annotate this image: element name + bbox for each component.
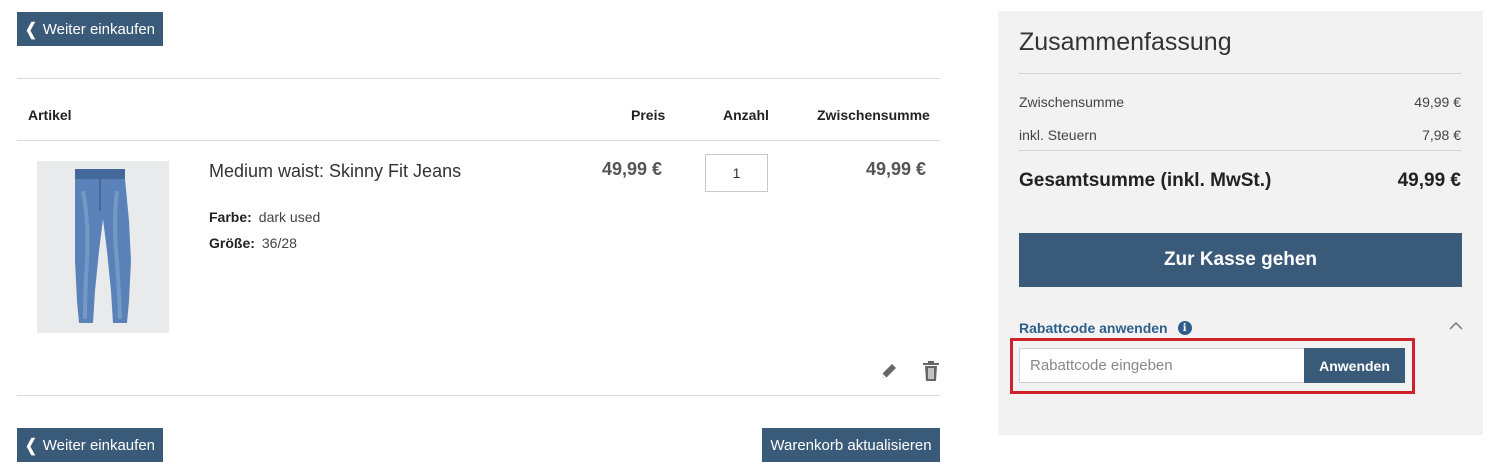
subtotal-label: Zwischensumme [1019,94,1125,110]
total-label: Gesamtsumme (inkl. MwSt.) [1019,170,1272,191]
coupon-toggle-label: Rabattcode anwenden [1019,320,1168,336]
product-color: Farbe: dark used [209,209,320,225]
continue-shopping-label: Weiter einkaufen [42,20,156,38]
coupon-toggle[interactable]: Rabattcode anwenden i [1019,320,1192,336]
chevron-up-icon[interactable] [1448,318,1464,334]
quantity-input[interactable]: 1 [705,154,768,192]
jeans-product-image[interactable] [37,161,169,333]
item-price: 49,99 € [602,159,663,179]
total-value: 49,99 € [1397,170,1461,191]
chevron-left-icon: ❮ [24,18,37,38]
update-cart-button[interactable]: Warenkorb aktualisieren [762,428,940,462]
coupon-code-input[interactable] [1019,348,1305,383]
product-name[interactable]: Medium waist: Skinny Fit Jeans [209,161,461,182]
info-icon[interactable]: i [1177,321,1192,335]
size-label: Größe: [209,235,255,251]
pencil-icon[interactable] [878,360,900,382]
divider [17,78,940,79]
trash-icon[interactable] [920,360,942,382]
tax-value: 7,98 € [1422,127,1461,143]
summary-tax-row: inkl. Steuern 7,98 € [1019,127,1461,143]
divider [17,395,940,396]
size-value: 36/28 [261,235,297,251]
column-header-quantity: Anzahl [723,107,769,123]
divider [1019,73,1461,74]
continue-shopping-button-bottom[interactable]: ❮ Weiter einkaufen [17,428,163,462]
column-header-subtotal: Zwischensumme [817,107,930,123]
summary-total-row: Gesamtsumme (inkl. MwSt.) 49,99 € [1019,170,1461,192]
continue-shopping-button-top[interactable]: ❮ Weiter einkaufen [17,12,163,46]
color-value: dark used [258,209,321,225]
tax-label: inkl. Steuern [1019,127,1097,143]
color-label: Farbe: [209,209,252,225]
column-header-item: Artikel [28,107,72,123]
chevron-left-icon: ❮ [24,434,37,454]
column-header-price: Preis [631,107,666,123]
subtotal-value: 49,99 € [1414,94,1461,110]
divider [17,140,940,141]
item-subtotal: 49,99 € [866,159,927,179]
checkout-button[interactable]: Zur Kasse gehen [1019,233,1462,287]
apply-coupon-button[interactable]: Anwenden [1304,348,1405,383]
product-size: Größe: 36/28 [209,235,297,251]
continue-shopping-label: Weiter einkaufen [42,436,156,454]
summary-title: Zusammenfassung [1019,28,1232,56]
summary-subtotal-row: Zwischensumme 49,99 € [1019,94,1461,110]
divider [1019,150,1461,151]
